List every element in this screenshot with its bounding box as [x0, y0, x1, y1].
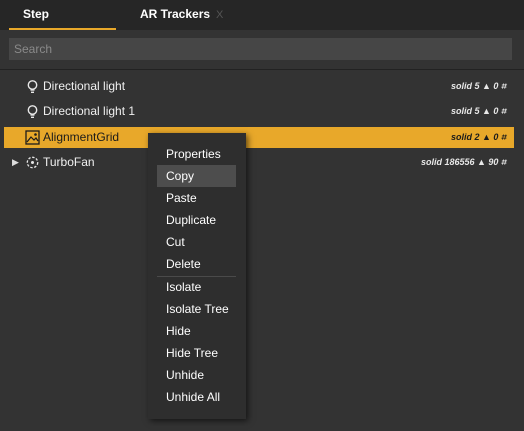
context-menu: Properties Copy Paste Duplicate Cut Dele… — [148, 133, 246, 419]
list-item-label: Directional light — [43, 79, 126, 93]
list-item-stats: solid 2 ▲ 0 ⌗ — [451, 132, 506, 142]
list-item-stats: solid 186556 ▲ 90 ⌗ — [420, 157, 506, 167]
tab-step-hierarchy[interactable]: Step HierarchyX — [12, 0, 116, 49]
menu-item-unhide[interactable]: Unhide — [157, 364, 236, 386]
menu-item-delete[interactable]: Delete — [157, 253, 236, 275]
menu-item-cut[interactable]: Cut — [157, 231, 236, 253]
menu-item-hide[interactable]: Hide — [157, 320, 236, 342]
tab-ar-trackers-close-icon[interactable]: X — [216, 9, 223, 21]
menu-item-properties[interactable]: Properties — [157, 143, 236, 165]
tab-ar-trackers-label: AR Trackers — [140, 7, 211, 21]
list-item-directional-light-1[interactable]: Directional light 1 solid 5 ▲ 0 ⌗ — [4, 101, 514, 122]
light-bulb-icon — [27, 80, 38, 94]
list-item-stats: solid 5 ▲ 0 ⌗ — [451, 106, 506, 116]
list-item-stats: solid 5 ▲ 0 ⌗ — [451, 81, 506, 91]
menu-item-hide-tree[interactable]: Hide Tree — [157, 342, 236, 364]
menu-item-duplicate[interactable]: Duplicate — [157, 209, 236, 231]
image-icon — [25, 130, 40, 145]
menu-item-paste[interactable]: Paste — [157, 187, 236, 209]
menu-item-isolate-tree[interactable]: Isolate Tree — [157, 298, 236, 320]
menu-item-copy[interactable]: Copy — [157, 165, 236, 187]
list-item-alignment-grid[interactable]: AlignmentGrid solid 2 ▲ 0 ⌗ — [4, 127, 514, 148]
list-item-turbofan[interactable]: ▶ TurboFan solid 186556 ▲ 90 ⌗ — [4, 152, 514, 173]
tab-ar-trackers[interactable]: AR Trackers X — [130, 0, 223, 30]
list-item-directional-light[interactable]: Directional light solid 5 ▲ 0 ⌗ — [4, 76, 514, 97]
list-item-label: AlignmentGrid — [43, 130, 120, 144]
expand-arrow-icon[interactable]: ▶ — [12, 152, 19, 173]
menu-item-isolate[interactable]: Isolate — [157, 276, 236, 298]
list-item-label: Directional light 1 — [43, 104, 136, 118]
tab-bar: Step HierarchyX AR Trackers X — [0, 0, 524, 49]
model-icon — [26, 156, 39, 169]
light-bulb-icon — [27, 105, 38, 119]
list-item-label: TurboFan — [43, 155, 95, 169]
menu-item-unhide-all[interactable]: Unhide All — [157, 386, 236, 408]
divider — [0, 69, 524, 70]
search-input[interactable] — [9, 38, 512, 60]
